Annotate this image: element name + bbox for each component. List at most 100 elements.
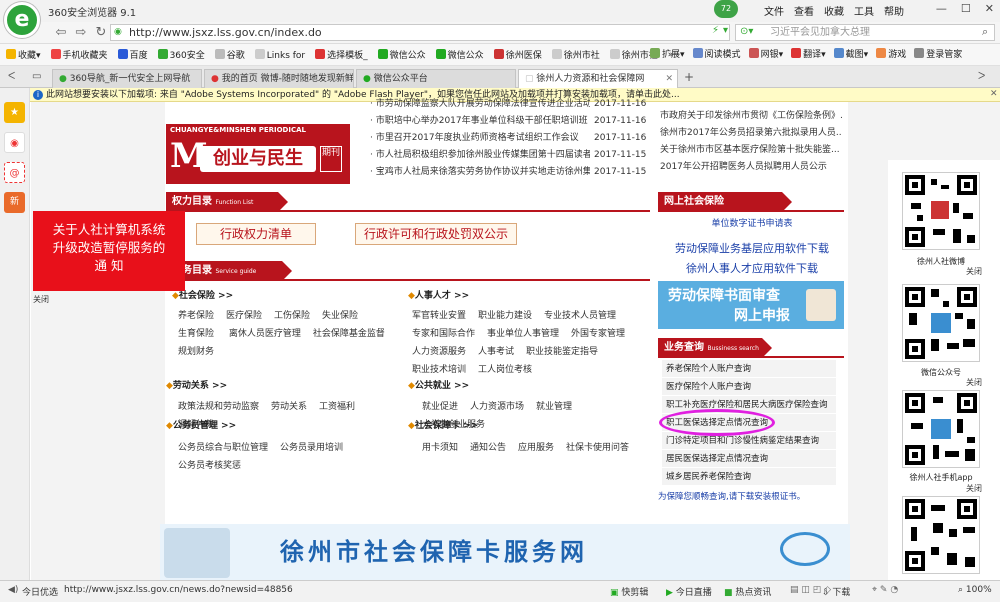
system-notice-popup[interactable]: 关于人社计算机系统 升级改造暂停服务的 通 知 [33,211,185,291]
hr-software-download[interactable]: 徐州人事人才应用软件下载 [660,260,844,276]
tab-360-nav[interactable]: ● 360导航_新一代安全上网导航 [52,69,202,88]
magazine-banner[interactable]: CHUANGYE&MINSHEN PERIODICAL M 创业与民生 期刊 [166,124,350,184]
menu-file[interactable]: 文件 [764,3,784,18]
menu-tools[interactable]: 工具 [854,3,874,18]
bookmark-baidu[interactable]: 百度 [117,48,148,61]
tab-scroll-left-icon[interactable]: ᐸ [8,71,15,82]
star-icon[interactable]: ★ [4,102,25,123]
link-card[interactable]: 通知公告 [470,443,506,453]
written-review-banner[interactable]: 劳动保障书面审查 网上申报 [658,281,844,329]
tab-wechat[interactable]: ● 微信公众平台 [356,69,516,88]
tab-xuzhou-hr[interactable]: ▢ 徐州人力资源和社会保障网 ✕ [518,69,678,88]
minimize-icon[interactable]: — [936,2,947,15]
news-item[interactable]: · 市里召开2017年度执业药师资格考试组织工作会议 [370,130,590,147]
link-hr[interactable]: 专家和国际合作 [412,329,475,339]
link-card[interactable]: 应用服务 [518,443,554,453]
cert-application-link[interactable]: 单位数字证书申请表 [660,216,844,229]
labor-heading[interactable]: ◆劳动关系 >> [166,378,227,391]
biz-query-item[interactable]: 城乡居民养老保险查询 [662,468,836,486]
zoom-level[interactable]: ⌕ 100% [958,585,992,595]
bookmark-links[interactable]: Links for [254,48,305,61]
link-hr[interactable]: 工人岗位考核 [478,365,532,375]
biz-query-item[interactable]: 养老保险个人账户查询 [662,360,836,378]
menu-help[interactable]: 帮助 [884,3,904,18]
app-qr-close[interactable]: 关闭 [966,483,982,494]
extensions-button[interactable]: 扩展▾ [650,47,685,60]
link-employment[interactable]: 人力资源市场 [470,402,524,412]
notice-close-icon[interactable]: ✕ [990,89,998,99]
link-hr[interactable]: 外国专家管理 [571,329,625,339]
link-civil[interactable]: 公务员录用培训 [280,443,343,453]
biz-query-item[interactable]: 门诊特定项目和门诊慢性病鉴定结果查询 [662,432,836,450]
link-pension[interactable]: 养老保险 [178,311,214,321]
link-civil[interactable]: 公务员综合与职位管理 [178,443,268,453]
browser-logo[interactable]: e [4,2,40,38]
link-employment[interactable]: 就业促进 [422,402,458,412]
weibo-icon[interactable]: ◉ [4,132,25,153]
bookmark-360[interactable]: 360安全 [157,48,205,61]
tab-list-icon[interactable]: ▭ [32,71,41,82]
link-fund-supervision[interactable]: 社会保障基金监督 [313,329,385,339]
close-icon[interactable]: ✕ [985,2,994,15]
reader-mode-button[interactable]: 阅读模式 [692,47,741,60]
civil-servant-heading[interactable]: ◆公务员管理 >> [166,418,236,431]
search-engine-icon[interactable]: ⊙▾ [740,26,753,37]
notice-item[interactable]: 市政府关于印发徐州市贯彻《工伤保险条例》... [660,108,842,125]
mail-icon[interactable]: @ [4,162,25,183]
new-tab-button[interactable]: + [684,70,694,84]
biz-query-item[interactable]: 居民医保选择定点情况查询 [662,450,836,468]
forward-icon[interactable]: ⇨ [72,24,90,42]
link-hr[interactable]: 专业技术人员管理 [544,311,616,321]
search-input[interactable]: 习近平会见加拿大总理 [735,24,995,41]
back-icon[interactable]: ⇦ [52,24,70,42]
notice-item[interactable]: 关于徐州市市区基本医疗保险第十批失能鉴... [660,142,842,159]
link-labor[interactable]: 政策法规和劳动监察 [178,402,259,412]
bookmark-wechat-2[interactable]: 微信公众 [435,48,484,61]
link-card[interactable]: 社保卡使用问答 [566,443,629,453]
hot-news-button[interactable]: ■ 热点资讯 [724,585,771,598]
hr-heading[interactable]: ◆人事人才 >> [408,288,469,301]
link-civil[interactable]: 公务员考核奖惩 [178,461,241,471]
employment-heading[interactable]: ◆公共就业 >> [408,378,469,391]
link-unemployment[interactable]: 失业保险 [322,311,358,321]
banking-button[interactable]: 网银▾ [748,47,783,60]
extra-qr-code[interactable] [902,496,980,574]
bookmark-favorites[interactable]: 收藏▾ [6,48,41,61]
bookmark-mobile[interactable]: 手机收藏夹 [50,48,108,61]
menu-favorites[interactable]: 收藏 [824,3,844,18]
weibo-qr-code[interactable] [902,172,980,250]
link-maternity[interactable]: 生育保险 [178,329,214,339]
download-button[interactable]: ⇩ 下载 [822,585,850,598]
shield-icon[interactable]: ⚡ [712,25,719,36]
link-labor[interactable]: 工资福利 [319,402,355,412]
bookmark-google[interactable]: 谷歌 [214,48,245,61]
quick-edit-button[interactable]: ▣ 快剪辑 [610,585,648,598]
link-retiree-medical[interactable]: 离休人员医疗管理 [229,329,301,339]
link-employment[interactable]: 就业管理 [536,402,572,412]
tab-weibo[interactable]: ● 我的首页 微博-随时随地发现新鲜事 [204,69,354,88]
search-icon[interactable]: ⌕ [982,25,988,39]
notice-item[interactable]: 2017年公开招聘医务人员拟聘用人员公示 [660,159,842,176]
news-item[interactable]: · 宝鸡市人社局来徐落实劳务协作协议并实地走访徐州集团... [370,164,590,181]
link-hr[interactable]: 职业能力建设 [478,311,532,321]
translate-button[interactable]: 翻译▾ [791,47,826,60]
tab-scroll-right-icon[interactable]: ᐳ [978,71,985,82]
labor-software-download[interactable]: 劳动保障业务基层应用软件下载 [660,240,844,256]
games-button[interactable]: 游戏 [876,47,906,60]
news-item[interactable]: · 市劳动保障监察大队开展劳动保障法律宣传进企业活动 [370,96,590,113]
news-icon[interactable]: 新 [4,192,25,213]
wechat-qr-close[interactable]: 关闭 [966,377,982,388]
social-card-banner[interactable]: 徐州市社会保障卡服务网 [160,524,850,580]
link-hr[interactable]: 职业技能鉴定指导 [526,347,598,357]
bookmark-wechat-1[interactable]: 微信公众 [377,48,426,61]
login-manager-button[interactable]: 登录管家 [914,47,962,60]
user-avatar[interactable]: 72 [714,0,738,18]
link-planning-finance[interactable]: 规划财务 [178,347,214,357]
link-hr[interactable]: 人力资源服务 [412,347,466,357]
news-item[interactable]: · 市职培中心举办2017年事业单位科级干部任职培训班 [370,113,590,130]
biz-query-item[interactable]: 医疗保险个人账户查询 [662,378,836,396]
live-button[interactable]: ▶ 今日直播 [666,585,712,598]
link-hr[interactable]: 职业技术培训 [412,365,466,375]
bookmark-xuzhou-medical[interactable]: 徐州医保 [493,48,542,61]
menu-view[interactable]: 查看 [794,3,814,18]
